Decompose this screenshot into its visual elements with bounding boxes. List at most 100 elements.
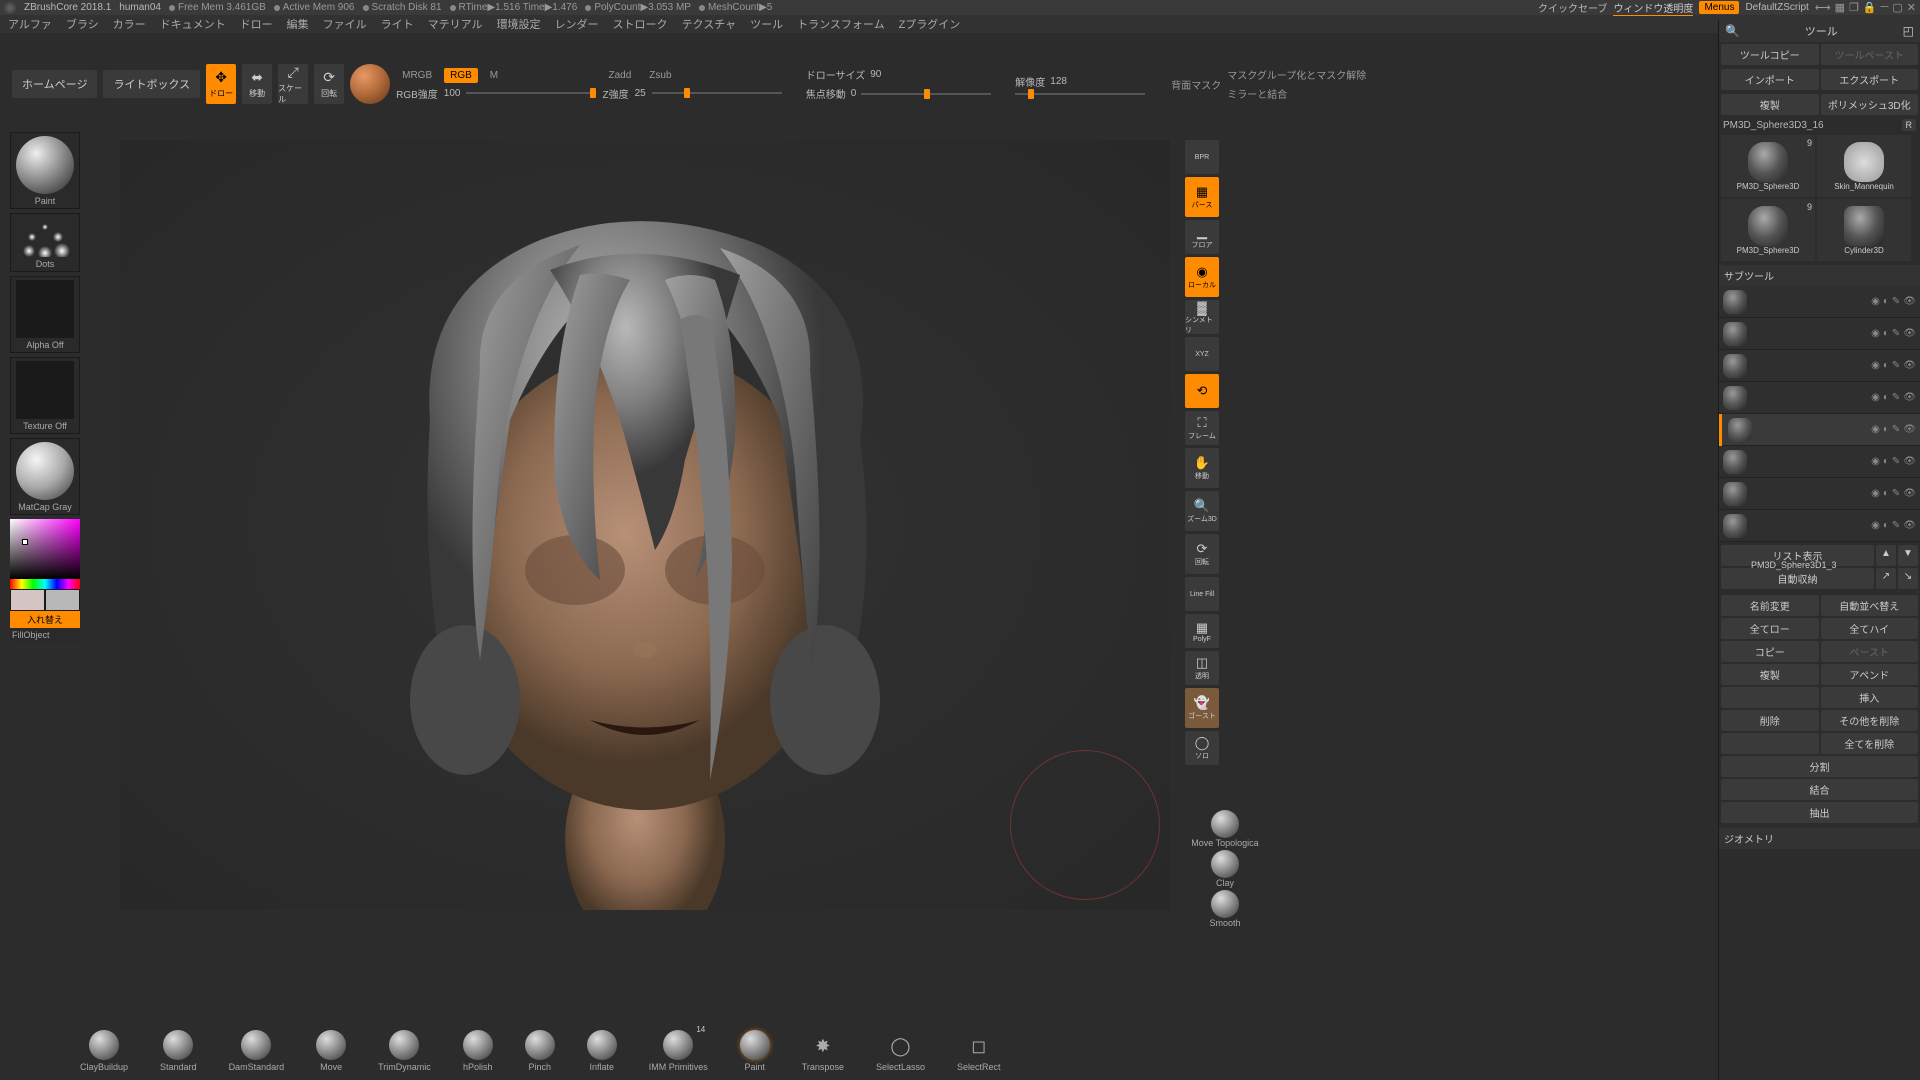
menus-toggle[interactable]: Menus <box>1699 1 1739 14</box>
brush-hpolish[interactable]: hPolish <box>463 1030 493 1072</box>
import-button[interactable]: インポート <box>1721 69 1819 90</box>
qb-movetopo[interactable]: Move Topologica <box>1191 810 1258 848</box>
menu-zplugin[interactable]: Zプラグイン <box>899 16 961 32</box>
resolution-slider[interactable] <box>1015 93 1145 95</box>
close-icon[interactable]: ✕ <box>1907 1 1916 14</box>
menu-transform[interactable]: トランスフォーム <box>797 16 884 32</box>
subtool-item-0[interactable]: ◉◐✎👁 <box>1719 286 1920 318</box>
xyz-button[interactable]: XYZ <box>1185 337 1219 371</box>
move-mode[interactable]: ⬌移動 <box>242 64 272 104</box>
subtool-item-6[interactable]: ◉◐✎👁 <box>1719 478 1920 510</box>
viewport[interactable] <box>120 140 1170 910</box>
dup-button[interactable]: 複製 <box>1721 664 1819 685</box>
down-icon[interactable]: ▼ <box>1898 545 1918 566</box>
brush-pinch[interactable]: Pinch <box>525 1030 555 1072</box>
maximize-icon[interactable]: ▢ <box>1892 1 1902 14</box>
autoreorder-button[interactable]: 自動並べ替え <box>1821 595 1919 616</box>
nav-rotate[interactable]: ⟳回転 <box>1185 534 1219 574</box>
brush-claybuildup[interactable]: ClayBuildup <box>80 1030 128 1072</box>
merge-button[interactable]: 結合 <box>1721 779 1918 800</box>
menu-stroke[interactable]: ストローク <box>613 16 668 32</box>
brush-immprim[interactable]: IMM Primitives <box>649 1030 708 1072</box>
extract-button[interactable]: 抽出 <box>1721 802 1918 823</box>
subtool-item-5[interactable]: ◉◐✎👁 <box>1719 446 1920 478</box>
qb-clay[interactable]: Clay <box>1211 850 1239 888</box>
fill-object[interactable]: FillObject <box>10 628 80 642</box>
linefill-button[interactable]: Line Fill <box>1185 577 1219 611</box>
minimize-icon[interactable]: ─ <box>1881 1 1889 14</box>
movedown-icon[interactable]: ↘ <box>1898 568 1918 589</box>
alllow-button[interactable]: 全てロー <box>1721 618 1819 639</box>
material-picker[interactable] <box>350 64 390 104</box>
menu-light[interactable]: ライト <box>381 16 414 32</box>
texture-selector[interactable]: Texture Off <box>10 357 80 434</box>
lock-icon[interactable]: 🔒 <box>1863 1 1877 14</box>
allhigh-button[interactable]: 全てハイ <box>1821 618 1919 639</box>
rename-button[interactable]: 名前変更 <box>1721 595 1819 616</box>
backface-mask[interactable]: 背面マスク <box>1171 77 1221 92</box>
axis-lock[interactable]: ⟲ <box>1185 374 1219 408</box>
brush-inflate[interactable]: Inflate <box>587 1030 617 1072</box>
solo-button[interactable]: ◯ソロ <box>1185 731 1219 765</box>
delete-button[interactable]: 削除 <box>1721 710 1819 731</box>
mirror-weld[interactable]: ミラーと結合 <box>1227 86 1366 101</box>
symmetry-button[interactable]: ▓シンメトリ <box>1185 300 1219 334</box>
zadd-mode[interactable]: Zadd <box>602 68 637 83</box>
up-icon[interactable]: ▲ <box>1876 545 1896 566</box>
rgb-intensity-slider[interactable] <box>466 92 596 94</box>
nav-zoom[interactable]: 🔍ズーム3D <box>1185 491 1219 531</box>
z-intensity-slider[interactable] <box>652 92 782 94</box>
brush-trimdynamic[interactable]: TrimDynamic <box>378 1030 431 1072</box>
menu-document[interactable]: ドキュメント <box>160 16 226 32</box>
menu-alpha[interactable]: アルファ <box>8 16 52 32</box>
append-button[interactable]: アペンド <box>1821 664 1919 685</box>
mask-group[interactable]: マスクグループ化とマスク解除 <box>1227 67 1366 82</box>
subtool-item-7[interactable]: ◉◐✎👁 <box>1719 510 1920 542</box>
rotate-mode[interactable]: ⟳回転 <box>314 64 344 104</box>
home-button[interactable]: ホームページ <box>12 70 97 98</box>
polymesh-button[interactable]: ポリメッシュ3D化 <box>1821 94 1919 115</box>
focal-slider[interactable] <box>861 93 991 95</box>
arrows-icon[interactable]: ⟷ <box>1815 1 1831 14</box>
draw-mode[interactable]: ✥ドロー <box>206 64 236 104</box>
duplicate-button[interactable]: 複製 <box>1721 94 1819 115</box>
menu-render[interactable]: レンダー <box>555 16 599 32</box>
brush-paint[interactable]: Paint <box>740 1030 770 1072</box>
floor-button[interactable]: ▁フロア <box>1185 220 1219 254</box>
split-button[interactable]: 分割 <box>1721 756 1918 777</box>
qb-smooth[interactable]: Smooth <box>1209 890 1240 928</box>
moveup-icon[interactable]: ↗ <box>1876 568 1896 589</box>
tool-selectlasso[interactable]: ◯SelectLasso <box>876 1034 925 1072</box>
delete-all[interactable]: 全てを削除 <box>1821 733 1919 754</box>
zscript-label[interactable]: DefaultZScript <box>1745 2 1808 13</box>
menu-file[interactable]: ファイル <box>323 16 367 32</box>
subtool-item-1[interactable]: ◉◐✎👁 <box>1719 318 1920 350</box>
material-selector[interactable]: MatCap Gray <box>10 438 80 515</box>
geometry-header[interactable]: ジオメトリ <box>1719 828 1920 849</box>
menu-prefs[interactable]: 環境設定 <box>497 16 541 32</box>
mrgb-mode[interactable]: MRGB <box>396 68 438 83</box>
rgb-mode[interactable]: RGB <box>444 68 478 83</box>
menu-texture[interactable]: テクスチャ <box>682 16 737 32</box>
local-button[interactable]: ◉ローカル <box>1185 257 1219 297</box>
stroke-selector[interactable]: Dots <box>10 213 80 272</box>
alpha-selector[interactable]: Alpha Off <box>10 276 80 353</box>
scale-mode[interactable]: ⤢スケール <box>278 64 308 104</box>
tool-thumb-2[interactable]: 9PM3D_Sphere3D <box>1721 199 1815 261</box>
tool-copy[interactable]: ツールコピー <box>1721 44 1819 65</box>
grid-icon[interactable]: ▦ <box>1835 1 1845 14</box>
r-badge[interactable]: R <box>1902 119 1917 131</box>
paste-button[interactable]: ペースト <box>1821 641 1919 662</box>
tool-paste[interactable]: ツールペースト <box>1821 44 1919 65</box>
m-mode[interactable]: M <box>484 68 504 83</box>
subtool-item-2[interactable]: ◉◐✎👁 <box>1719 350 1920 382</box>
brush-damstandard[interactable]: DamStandard <box>229 1030 285 1072</box>
tool-transpose[interactable]: ✸Transpose <box>802 1034 844 1072</box>
bpr-button[interactable]: BPR <box>1185 140 1219 174</box>
tool-thumb-1[interactable]: Skin_Mannequin <box>1817 135 1911 197</box>
window-transparency[interactable]: ウィンドウ透明度 <box>1613 0 1693 16</box>
copy-icon[interactable]: ❐ <box>1849 1 1859 14</box>
insert-button[interactable]: 挿入 <box>1821 687 1919 708</box>
polyf-button[interactable]: ▦PolyF <box>1185 614 1219 648</box>
collapse-icon[interactable]: ◰ <box>1903 24 1914 38</box>
